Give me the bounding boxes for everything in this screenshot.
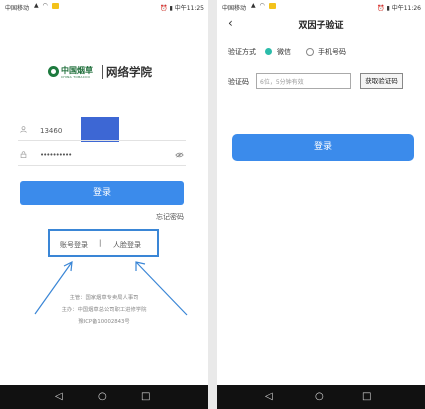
nav-back-icon[interactable]: ◁ bbox=[55, 389, 63, 405]
nav-recent-icon[interactable]: □ bbox=[362, 389, 371, 405]
two-factor-screen: 中国移动 ▲ ◠ ⏰ ▮ 中午11:26 ‹ 双因子验证 验证方式 微信 手机号… bbox=[217, 0, 425, 409]
verify-login-button[interactable]: 登录 bbox=[232, 134, 414, 161]
footer-supervisor: 主管：国家烟草专卖局人事司 bbox=[69, 295, 139, 301]
radio-phone[interactable] bbox=[306, 48, 314, 56]
radio-wechat[interactable] bbox=[265, 48, 272, 55]
option-wechat[interactable]: 微信 bbox=[277, 47, 291, 57]
code-input[interactable]: 6位，5分钟有效 bbox=[256, 73, 351, 89]
page-title: 双因子验证 bbox=[298, 21, 344, 31]
status-bar: 中国移动 ▲ ◠ ⏰ ▮ 中午11:26 bbox=[217, 0, 425, 15]
nav-home-icon[interactable]: ○ bbox=[315, 389, 324, 405]
status-icons: ▲ ◠ bbox=[251, 2, 276, 9]
login-screen: 中国移动 ▲ ◠ ⏰ ▮ 中午11:25 中国烟草 CHINA TOBACCO … bbox=[0, 0, 208, 409]
android-nav-bar: ◁ ○ □ bbox=[0, 385, 208, 409]
nav-back-icon[interactable]: ◁ bbox=[265, 389, 273, 405]
code-label: 验证码 bbox=[228, 78, 249, 86]
option-phone[interactable]: 手机号码 bbox=[318, 47, 346, 57]
footer-organizer: 主办：中国烟草总公司职工进修学院 bbox=[61, 307, 147, 313]
get-code-button[interactable]: 获取验证码 bbox=[360, 73, 403, 89]
nav-home-icon[interactable]: ○ bbox=[98, 389, 107, 405]
notification-icon bbox=[268, 2, 276, 9]
annotation-arrows bbox=[34, 260, 188, 316]
footer-icp: 豫ICP备10002843号 bbox=[78, 319, 130, 325]
carrier-label: 中国移动 bbox=[222, 5, 247, 12]
status-time: ⏰ ▮ 中午11:26 bbox=[377, 5, 421, 12]
nav-recent-icon[interactable]: □ bbox=[141, 389, 150, 405]
verify-method-label: 验证方式 bbox=[228, 48, 256, 56]
android-nav-bar: ◁ ○ □ bbox=[217, 385, 425, 409]
